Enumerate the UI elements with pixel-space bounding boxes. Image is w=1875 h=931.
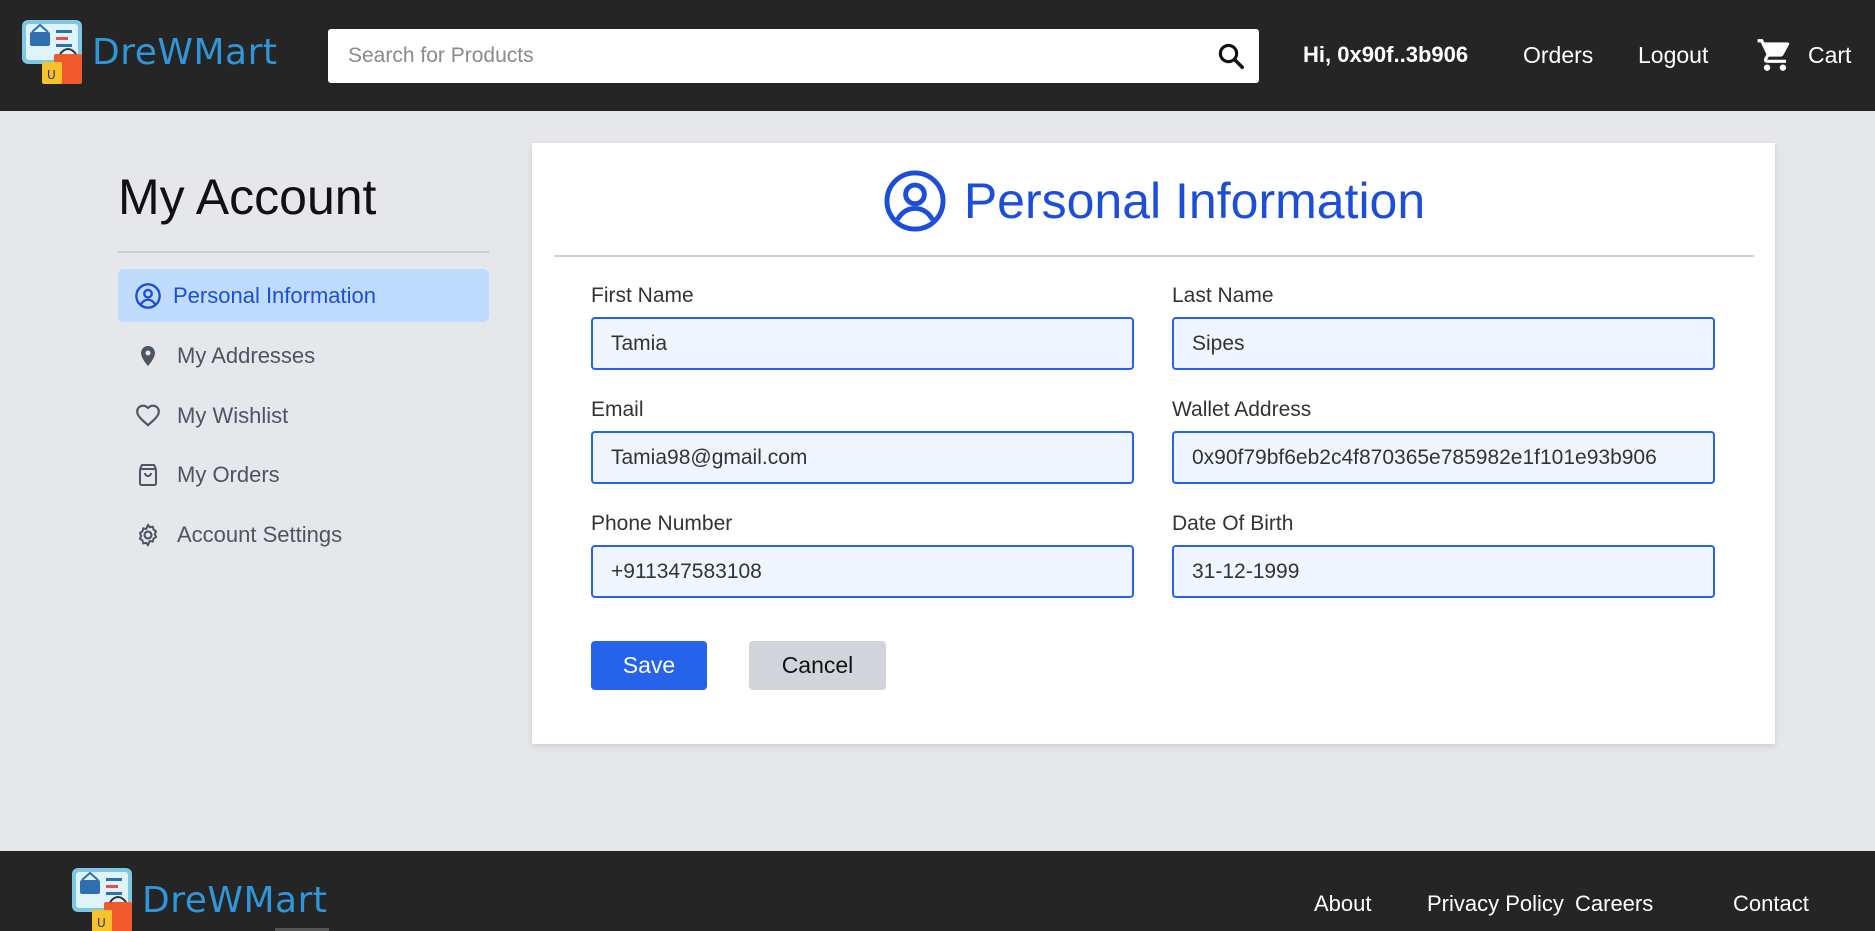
footer-link-about[interactable]: About xyxy=(1314,891,1372,917)
save-button[interactable]: Save xyxy=(591,641,707,690)
cart-icon xyxy=(1757,39,1790,71)
cart-link[interactable]: Cart xyxy=(1756,36,1851,74)
email-label: Email xyxy=(591,398,644,421)
card-divider xyxy=(554,255,1754,257)
svg-text:U: U xyxy=(47,68,56,82)
phone-number-label: Phone Number xyxy=(591,512,733,535)
card-header: Personal Information xyxy=(532,168,1775,234)
sidebar-item-label: My Orders xyxy=(177,461,280,487)
user-greeting: Hi, 0x90f..3b906 xyxy=(1303,42,1469,67)
footer-brand-logo[interactable]: U DreWMart xyxy=(70,868,328,931)
svg-text:U: U xyxy=(97,916,106,930)
sidebar-item-label: Personal Information xyxy=(173,282,376,308)
sidebar-item-account-settings[interactable]: Account Settings xyxy=(118,508,489,561)
card-title: Personal Information xyxy=(963,173,1426,229)
wallet-address-field[interactable] xyxy=(1172,431,1715,484)
user-circle-icon xyxy=(884,170,946,232)
site-footer: U DreWMart About Privacy Policy Careers … xyxy=(0,851,1875,931)
sidebar-item-my-wishlist[interactable]: My Wishlist xyxy=(118,389,489,442)
heart-icon xyxy=(134,402,162,430)
shopping-bag-icon xyxy=(134,461,162,489)
phone-number-field[interactable] xyxy=(591,545,1134,598)
first-name-label: First Name xyxy=(591,284,694,307)
sidebar-item-personal-information[interactable]: Personal Information xyxy=(118,269,489,322)
sidebar-item-my-addresses[interactable]: My Addresses xyxy=(118,329,489,382)
sidebar-item-label: Account Settings xyxy=(177,521,343,547)
search-input[interactable] xyxy=(348,29,1198,83)
sidebar-item-my-orders[interactable]: My Orders xyxy=(118,448,489,501)
last-name-field[interactable] xyxy=(1172,317,1715,370)
cart-label: Cart xyxy=(1808,41,1852,68)
sidebar-item-label: My Wishlist xyxy=(177,402,289,428)
map-pin-icon xyxy=(134,342,162,370)
orders-link[interactable]: Orders xyxy=(1523,42,1593,69)
logout-link[interactable]: Logout xyxy=(1638,42,1708,69)
search-bar xyxy=(328,29,1259,83)
personal-information-card: Personal Information First Name Last Nam… xyxy=(532,143,1775,744)
wallet-address-label: Wallet Address xyxy=(1172,398,1312,421)
footer-brand-name: DreWMart xyxy=(142,879,328,921)
search-icon xyxy=(1218,43,1244,69)
cancel-button[interactable]: Cancel xyxy=(749,641,886,690)
shopping-logo-icon: U xyxy=(72,868,132,931)
date-of-birth-label: Date Of Birth xyxy=(1172,512,1294,535)
first-name-field[interactable] xyxy=(591,317,1134,370)
gear-icon xyxy=(134,521,162,549)
shopping-logo-icon: U xyxy=(22,20,82,84)
page-title: My Account xyxy=(118,169,377,225)
footer-link-careers[interactable]: Careers xyxy=(1575,891,1653,917)
sidebar-item-label: My Addresses xyxy=(177,342,316,368)
last-name-label: Last Name xyxy=(1172,284,1274,307)
top-header: U DreWMart Hi, 0x90f..3b906 Orders Logou… xyxy=(0,0,1875,111)
user-circle-icon xyxy=(134,282,162,310)
footer-link-contact[interactable]: Contact xyxy=(1733,891,1809,917)
sidebar-divider xyxy=(118,251,489,253)
footer-link-privacy-policy[interactable]: Privacy Policy xyxy=(1427,891,1564,917)
email-field[interactable] xyxy=(591,431,1134,484)
brand-name: DreWMart xyxy=(92,31,278,73)
search-button[interactable] xyxy=(1213,38,1249,74)
brand-logo[interactable]: U DreWMart xyxy=(20,18,278,86)
date-of-birth-field[interactable] xyxy=(1172,545,1715,598)
